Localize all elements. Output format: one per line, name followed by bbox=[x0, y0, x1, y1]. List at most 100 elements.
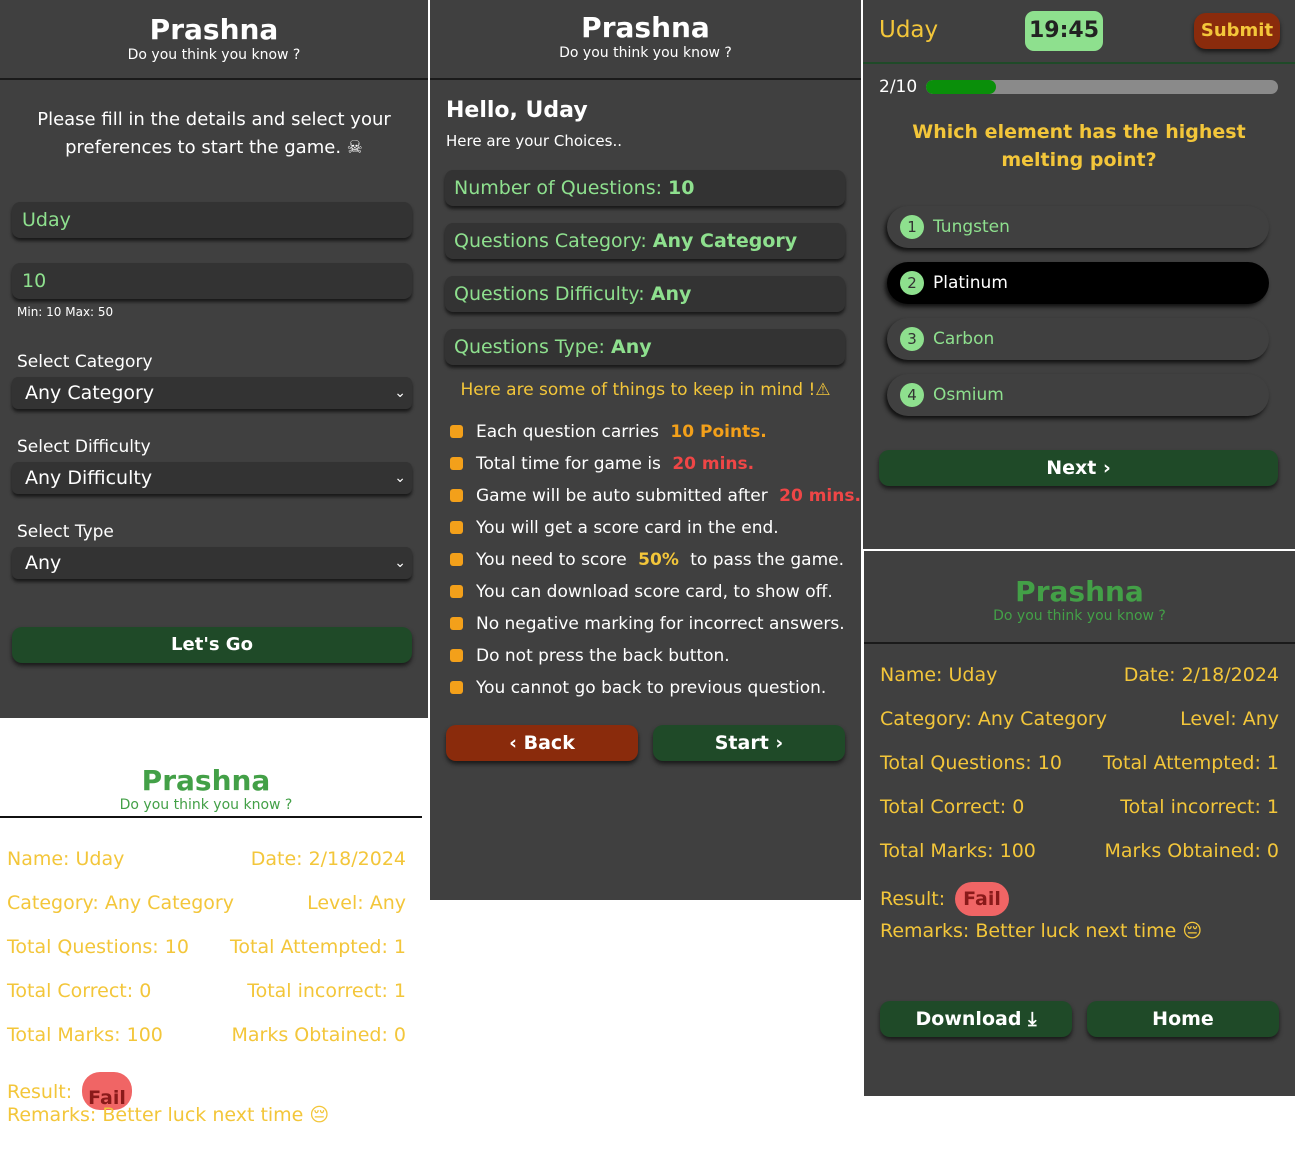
bullet-icon bbox=[450, 489, 463, 502]
chevron-left-icon: ‹ bbox=[509, 732, 517, 754]
choice-label: Questions Category: bbox=[454, 230, 647, 252]
submit-button[interactable]: Submit bbox=[1194, 13, 1280, 49]
result-level: Level: Any bbox=[1180, 708, 1279, 730]
choice-value: Any bbox=[611, 336, 652, 358]
type-select[interactable]: Any ⌄ bbox=[12, 547, 412, 579]
chevron-down-icon: ⌄ bbox=[394, 385, 406, 401]
name-input[interactable]: Uday bbox=[12, 202, 412, 238]
answer-option[interactable]: 2 Platinum bbox=[887, 262, 1269, 304]
bullet-icon bbox=[450, 585, 463, 598]
category-select-value: Any Category bbox=[25, 382, 155, 404]
type-select-value: Any bbox=[25, 552, 62, 574]
next-button[interactable]: Next › bbox=[879, 450, 1278, 486]
greeting: Hello, Uday bbox=[446, 98, 588, 123]
result-line: Result: Fail bbox=[880, 882, 1009, 916]
rule-item: You can download score card, to show off… bbox=[450, 582, 833, 602]
result-marks-obtained: Marks Obtained: 0 bbox=[1104, 840, 1280, 862]
result-total-questions: Total Questions: 10 bbox=[880, 752, 1062, 774]
result-panel-dark: Prashna Do you think you know ? Name: Ud… bbox=[864, 551, 1295, 1096]
result-category: Category: Any Category bbox=[7, 892, 234, 914]
result-header: Prashna Do you think you know ? bbox=[864, 575, 1295, 624]
quiz-panel: Uday 19:45 Submit 2/10 Which element has… bbox=[863, 0, 1295, 549]
rule-text: Game will be auto submitted after bbox=[476, 486, 774, 506]
rule-item: No negative marking for incorrect answer… bbox=[450, 614, 845, 634]
app-subtitle: Do you think you know ? bbox=[127, 47, 301, 63]
choice-label: Number of Questions: bbox=[454, 177, 662, 199]
result-marks-obtained: Marks Obtained: 0 bbox=[231, 1024, 407, 1046]
app-subtitle: Do you think you know ? bbox=[119, 797, 293, 813]
option-number: 2 bbox=[900, 271, 924, 295]
result-total-incorrect: Total incorrect: 1 bbox=[1120, 796, 1279, 818]
app-title: Prashna bbox=[141, 764, 271, 797]
divider bbox=[864, 642, 1295, 644]
option-text: Tungsten bbox=[933, 217, 1010, 237]
choice-value: 10 bbox=[668, 177, 695, 199]
result-total-attempted: Total Attempted: 1 bbox=[230, 936, 406, 958]
rule-text: You cannot go back to previous question. bbox=[476, 678, 827, 698]
lets-go-button[interactable]: Let's Go bbox=[12, 627, 412, 663]
result-name: Name: Uday bbox=[7, 848, 125, 870]
progress-bar bbox=[926, 80, 1278, 94]
result-name: Name: Uday bbox=[880, 664, 998, 686]
bullet-icon bbox=[450, 649, 463, 662]
answer-option[interactable]: 4 Osmium bbox=[887, 374, 1269, 416]
divider bbox=[0, 816, 422, 818]
rule-text: You need to score bbox=[476, 550, 633, 570]
rule-highlight: 20 mins. bbox=[779, 486, 861, 506]
download-button[interactable]: Download ⤓ bbox=[880, 1001, 1072, 1037]
rule-item: You will get a score card in the end. bbox=[450, 518, 779, 538]
next-button-label: Next bbox=[1046, 457, 1097, 479]
rule-text: You can download score card, to show off… bbox=[476, 582, 833, 602]
home-button[interactable]: Home bbox=[1087, 1001, 1279, 1037]
option-text: Carbon bbox=[933, 329, 995, 349]
bullet-icon bbox=[450, 457, 463, 470]
bullet-icon bbox=[450, 681, 463, 694]
start-button[interactable]: Start › bbox=[653, 725, 845, 761]
choice-category: Questions Category: Any Category bbox=[445, 223, 845, 259]
timer: 19:45 bbox=[1025, 11, 1103, 51]
rule-item: Game will be auto submitted after 20 min… bbox=[450, 486, 861, 506]
back-button[interactable]: ‹ Back bbox=[446, 725, 638, 761]
chevron-down-icon: ⌄ bbox=[394, 470, 406, 486]
option-text: Platinum bbox=[933, 273, 1008, 293]
result-label: Result: bbox=[7, 1081, 73, 1103]
choice-type: Questions Type: Any bbox=[445, 329, 845, 365]
option-number: 1 bbox=[900, 215, 924, 239]
bullet-icon bbox=[450, 617, 463, 630]
fail-badge: Fail bbox=[955, 882, 1009, 916]
app-title: Prashna bbox=[581, 11, 710, 44]
app-header: Prashna Do you think you know ? bbox=[430, 0, 861, 80]
start-button-label: Start bbox=[714, 732, 769, 754]
type-label: Select Type bbox=[17, 522, 114, 542]
result-total-questions: Total Questions: 10 bbox=[7, 936, 189, 958]
setup-intro: Please fill in the details and select yo… bbox=[37, 109, 391, 158]
choice-question-count: Number of Questions: 10 bbox=[445, 170, 845, 206]
answer-option[interactable]: 3 Carbon bbox=[887, 318, 1269, 360]
result-header: Prashna Do you think you know ? bbox=[0, 764, 412, 813]
player-name: Uday bbox=[879, 17, 939, 43]
keep-in-mind-heading: Here are some of things to keep in mind … bbox=[460, 380, 831, 400]
option-number: 3 bbox=[900, 327, 924, 351]
progress-fill bbox=[926, 80, 997, 94]
chevron-right-icon: › bbox=[1102, 457, 1111, 479]
chevron-down-icon: ⌄ bbox=[394, 555, 406, 571]
rule-highlight: 50% bbox=[638, 550, 679, 570]
result-total-marks: Total Marks: 100 bbox=[880, 840, 1036, 862]
result-remarks: Remarks: Better luck next time 😔 bbox=[7, 1104, 330, 1126]
result-total-marks: Total Marks: 100 bbox=[7, 1024, 163, 1046]
difficulty-select[interactable]: Any Difficulty ⌄ bbox=[12, 462, 412, 494]
bullet-icon bbox=[450, 553, 463, 566]
result-total-correct: Total Correct: 0 bbox=[7, 980, 152, 1002]
app-subtitle: Do you think you know ? bbox=[559, 45, 732, 61]
rule-item: You cannot go back to previous question. bbox=[450, 678, 826, 698]
rule-text-after: to pass the game. bbox=[684, 550, 844, 570]
question-count-input[interactable]: 10 bbox=[12, 263, 412, 299]
result-label: Result: bbox=[880, 888, 946, 910]
choice-value: Any Category bbox=[652, 230, 798, 252]
choice-label: Questions Type: bbox=[454, 336, 605, 358]
difficulty-select-value: Any Difficulty bbox=[25, 467, 153, 489]
bullet-icon bbox=[450, 425, 463, 438]
category-select[interactable]: Any Category ⌄ bbox=[12, 377, 412, 409]
answer-option[interactable]: 1 Tungsten bbox=[887, 206, 1269, 248]
result-level: Level: Any bbox=[307, 892, 406, 914]
